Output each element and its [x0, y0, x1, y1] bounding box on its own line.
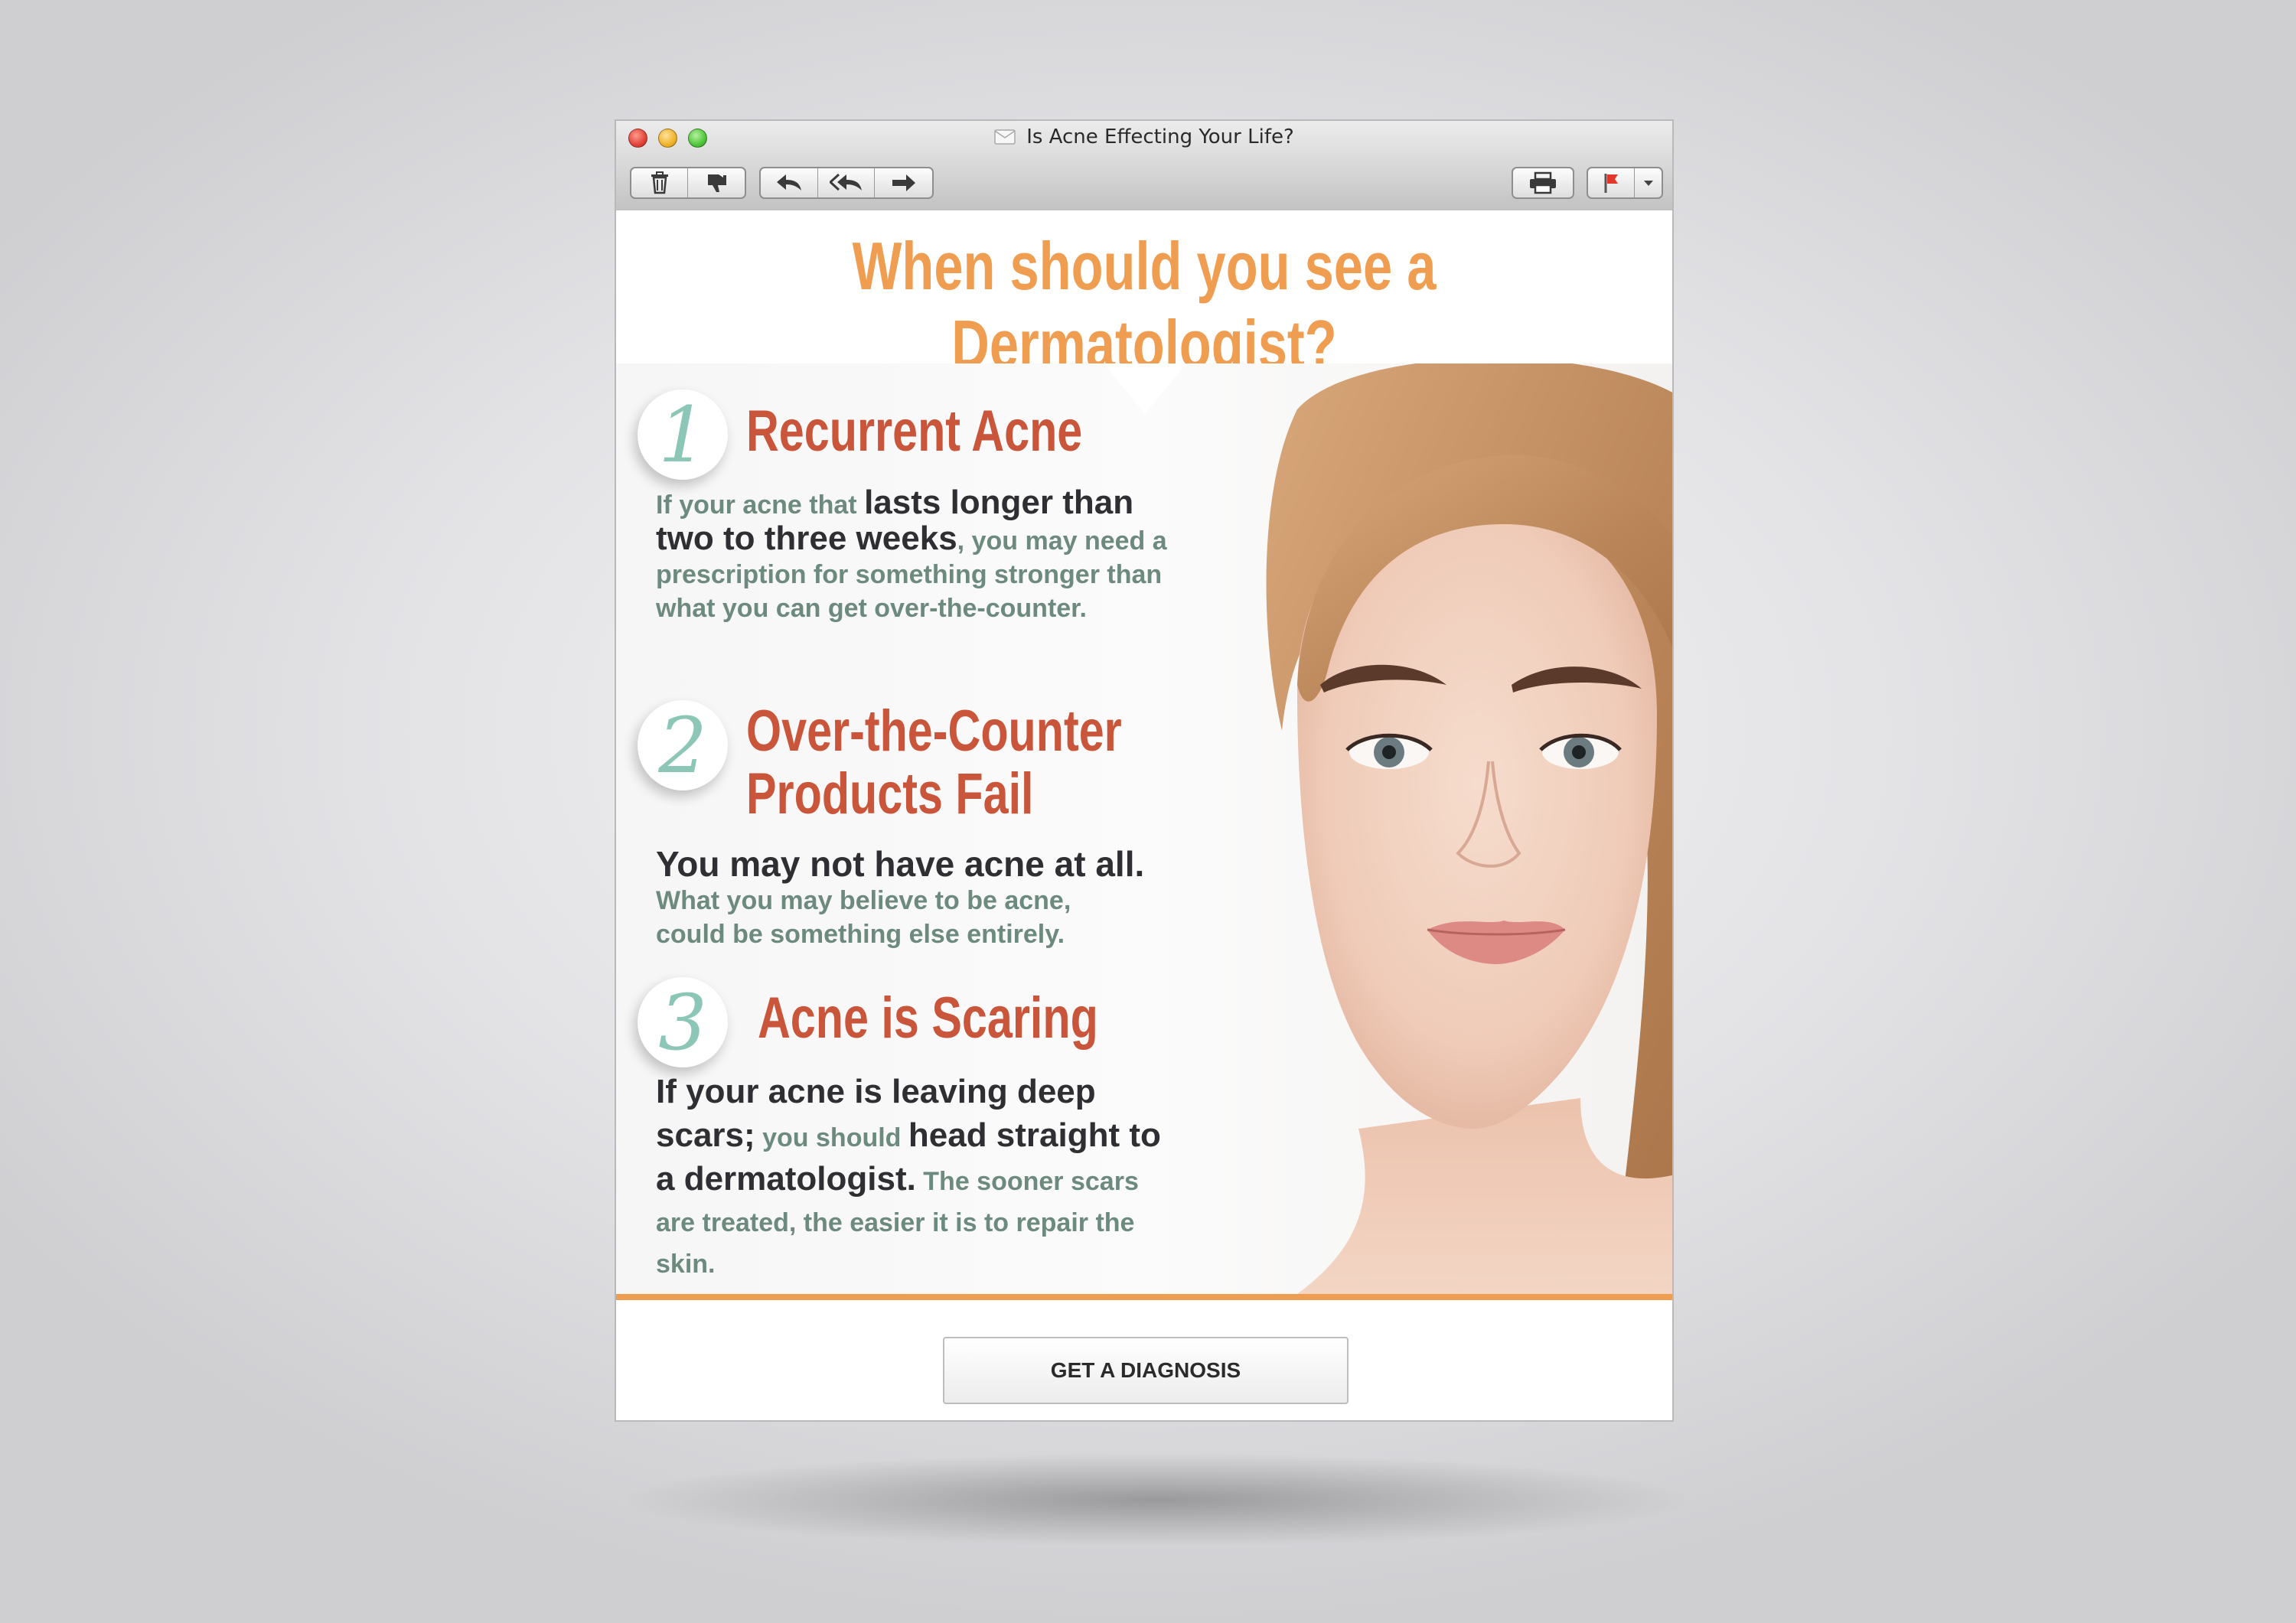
thumbs-down-icon: [708, 174, 726, 192]
forward-button[interactable]: [875, 168, 932, 197]
forward-icon: [892, 174, 915, 191]
reply-icon: [776, 174, 801, 191]
step-number-2: 2: [638, 700, 728, 790]
chevron-down-icon: [1643, 181, 1653, 186]
section-title-3: Acne is Scaring: [758, 986, 1098, 1051]
window-title-text: Is Acne Effecting Your Life?: [1026, 125, 1294, 148]
section-body-2: You may not have acne at all. What you m…: [656, 844, 1192, 951]
body-text: If your acne that: [656, 490, 865, 520]
body-text: you should: [755, 1123, 908, 1152]
flag-button[interactable]: [1588, 168, 1636, 197]
section-title-2-line2: Products Fail: [746, 761, 1034, 826]
get-diagnosis-button[interactable]: GET A DIAGNOSIS: [943, 1337, 1349, 1404]
print-button[interactable]: [1513, 168, 1573, 197]
reply-all-button[interactable]: [818, 168, 876, 197]
section-title-1: Recurrent Acne: [746, 399, 1083, 464]
flag-menu-button[interactable]: [1635, 168, 1662, 197]
headline: When should you see a Dermatologist?: [852, 228, 1437, 382]
section-title-2-line1: Over-the-Counter: [746, 699, 1122, 764]
print-group: [1512, 167, 1574, 199]
message-body: When should you see a Dermatologist? 1 R…: [616, 210, 1672, 1420]
trash-icon: [651, 171, 668, 194]
window-shadow: [628, 1454, 1684, 1546]
step-number-1: 1: [638, 389, 728, 480]
flag-group: [1587, 167, 1663, 199]
section-body-3: If your acne is leaving deep scars; you …: [656, 1071, 1176, 1285]
body-text: What you may believe to be acne, could b…: [656, 886, 1071, 949]
reply-all-icon: [829, 173, 862, 191]
reply-button[interactable]: [761, 168, 818, 197]
delete-button[interactable]: [631, 168, 689, 197]
junk-button[interactable]: [688, 168, 745, 197]
window-title: Is Acne Effecting Your Life?: [616, 125, 1672, 148]
print-icon: [1530, 171, 1556, 194]
section-body-1: If your acne that lasts longer than two …: [656, 486, 1176, 625]
flag-icon: [1604, 174, 1619, 193]
delete-junk-group: [630, 167, 746, 199]
envelope-icon: [994, 129, 1016, 145]
body-emphasis: You may not have acne at all.: [656, 844, 1145, 884]
woman-face-image: [1266, 363, 1672, 1294]
title-bar: Is Acne Effecting Your Life?: [616, 121, 1672, 212]
reply-group: [759, 167, 934, 199]
mail-message-window: Is Acne Effecting Your Life? When should…: [615, 119, 1674, 1422]
email-header: When should you see a Dermatologist?: [616, 210, 1672, 382]
orange-divider: [616, 1294, 1672, 1300]
header-notch: [1104, 363, 1186, 414]
step-number-3: 3: [638, 977, 728, 1067]
hero-section: 1 Recurrent Acne If your acne that lasts…: [616, 363, 1672, 1294]
section-title-2: Over-the-Counter Products Fail: [746, 700, 1122, 826]
